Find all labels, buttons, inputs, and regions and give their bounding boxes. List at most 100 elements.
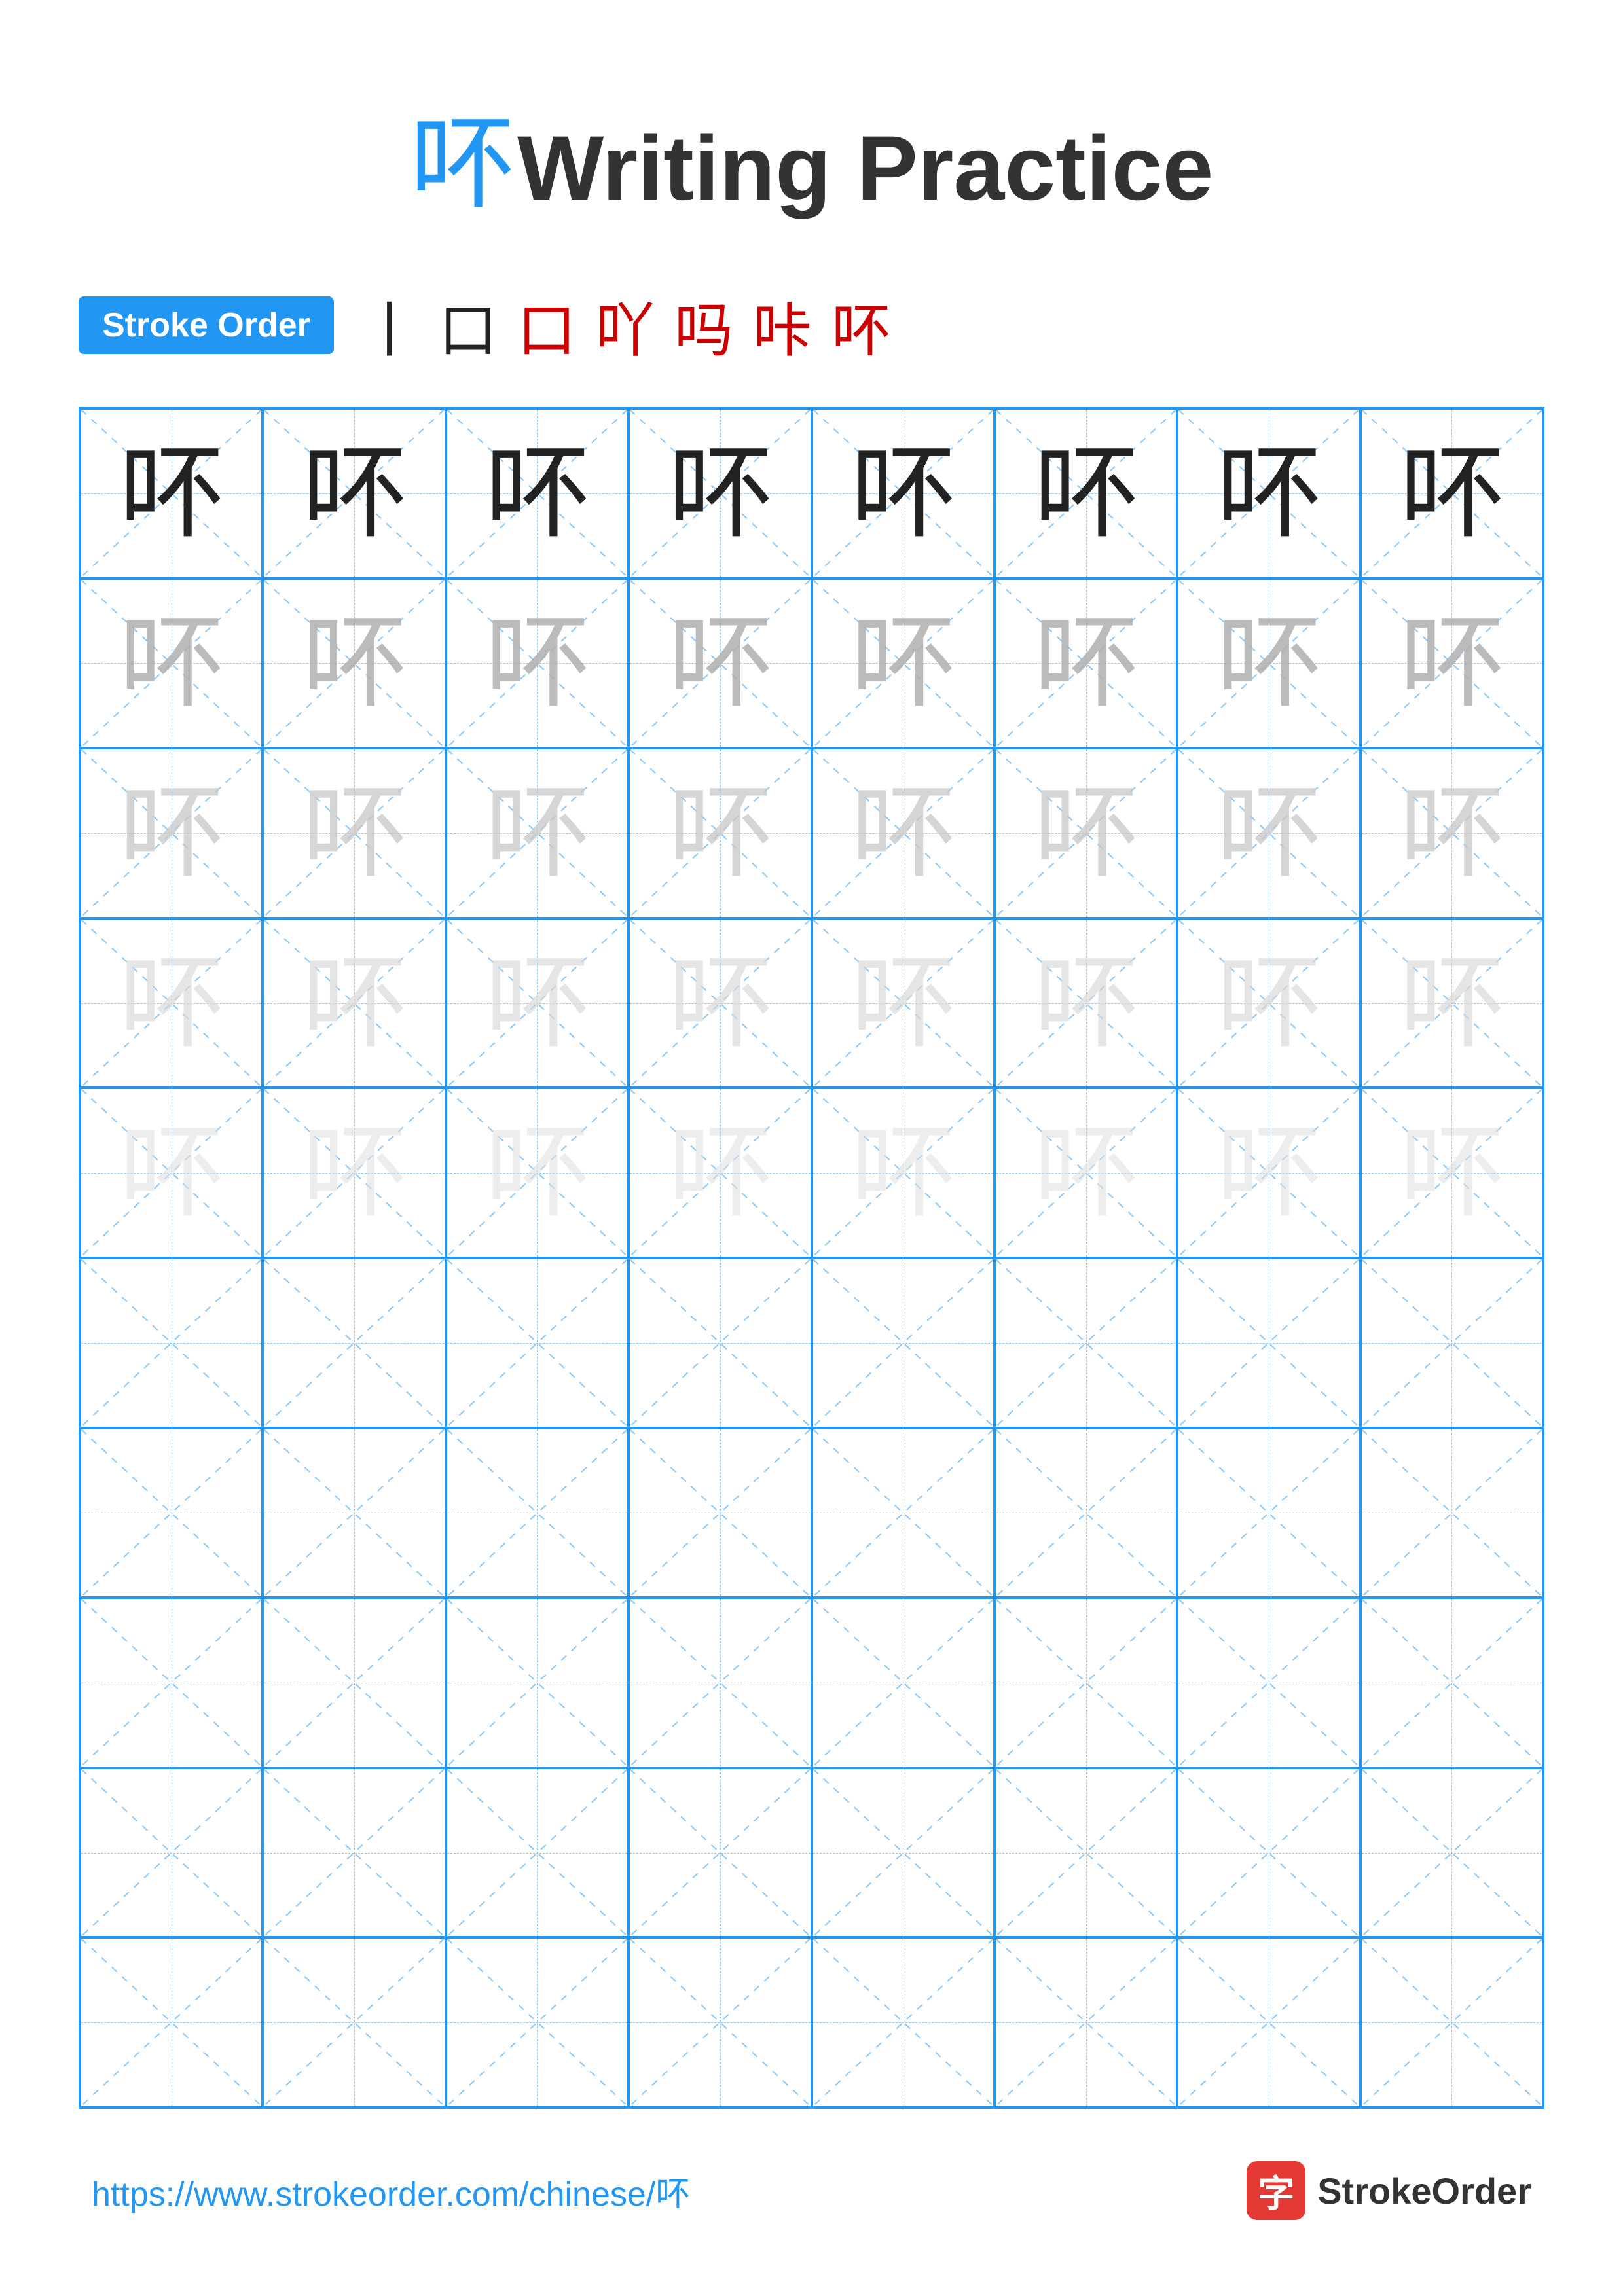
grid-cell[interactable] [629, 1428, 811, 1598]
footer-url[interactable]: https://www.strokeorder.com/chinese/吥 [92, 2166, 689, 2215]
practice-char: 吥 [119, 1121, 224, 1225]
grid-cell[interactable] [812, 1598, 994, 1768]
grid-cell[interactable] [263, 1598, 445, 1768]
grid-cell[interactable] [1360, 1598, 1543, 1768]
grid-cell[interactable]: 吥 [994, 918, 1177, 1088]
practice-grid: 吥吥吥吥吥吥吥吥吥吥吥吥吥吥吥吥吥吥吥吥吥吥吥吥吥吥吥吥吥吥吥吥吥吥吥吥吥吥吥吥 [79, 407, 1544, 2109]
grid-cell[interactable] [1360, 1258, 1543, 1428]
grid-cell[interactable] [1177, 1258, 1360, 1428]
grid-cell[interactable] [80, 1598, 263, 1768]
grid-cell[interactable] [1360, 1768, 1543, 1938]
practice-char: 吥 [1399, 611, 1504, 715]
grid-cell[interactable]: 吥 [994, 408, 1177, 579]
grid-cell[interactable]: 吥 [812, 579, 994, 749]
title-chinese-char: 吥 [410, 105, 515, 222]
grid-cell[interactable]: 吥 [629, 1088, 811, 1258]
grid-cell[interactable] [263, 1937, 445, 2108]
grid-cell[interactable]: 吥 [80, 408, 263, 579]
grid-cell[interactable]: 吥 [446, 1088, 629, 1258]
grid-cell[interactable] [263, 1258, 445, 1428]
grid-cell[interactable] [80, 1258, 263, 1428]
practice-char: 吥 [1399, 951, 1504, 1056]
grid-cell[interactable] [446, 1937, 629, 2108]
grid-cell[interactable]: 吥 [629, 579, 811, 749]
grid-cell[interactable]: 吥 [1360, 1088, 1543, 1258]
grid-cell[interactable] [263, 1768, 445, 1938]
grid-cell[interactable] [994, 1258, 1177, 1428]
grid-cell[interactable]: 吥 [263, 918, 445, 1088]
grid-cell[interactable] [994, 1598, 1177, 1768]
grid-cell[interactable]: 吥 [1360, 408, 1543, 579]
practice-char: 吥 [484, 611, 589, 715]
page-title: Writing Practice [517, 117, 1213, 219]
grid-cell[interactable] [812, 1768, 994, 1938]
grid-cell[interactable]: 吥 [1360, 579, 1543, 749]
grid-cell[interactable] [446, 1428, 629, 1598]
grid-cell[interactable] [629, 1258, 811, 1428]
grid-cell[interactable] [629, 1768, 811, 1938]
grid-cell[interactable]: 吥 [263, 408, 445, 579]
grid-cell[interactable] [994, 1937, 1177, 2108]
practice-char: 吥 [484, 441, 589, 546]
practice-char: 吥 [1216, 1121, 1321, 1225]
grid-cell[interactable] [80, 1428, 263, 1598]
grid-cell[interactable]: 吥 [80, 579, 263, 749]
grid-cell[interactable]: 吥 [263, 579, 445, 749]
grid-cell[interactable]: 吥 [629, 918, 811, 1088]
practice-char: 吥 [484, 781, 589, 886]
grid-cell[interactable] [812, 1428, 994, 1598]
grid-cell[interactable]: 吥 [994, 1088, 1177, 1258]
grid-cell[interactable]: 吥 [994, 748, 1177, 918]
grid-cell[interactable]: 吥 [1177, 1088, 1360, 1258]
grid-cell[interactable]: 吥 [812, 1088, 994, 1258]
grid-cell[interactable] [80, 1768, 263, 1938]
grid-cell[interactable]: 吥 [994, 579, 1177, 749]
grid-cell[interactable] [80, 1937, 263, 2108]
practice-char: 吥 [850, 611, 955, 715]
grid-cell[interactable] [994, 1768, 1177, 1938]
grid-cell[interactable]: 吥 [812, 918, 994, 1088]
grid-cell[interactable]: 吥 [446, 408, 629, 579]
practice-char: 吥 [119, 611, 224, 715]
grid-cell[interactable] [263, 1428, 445, 1598]
practice-char: 吥 [1216, 441, 1321, 546]
grid-cell[interactable]: 吥 [80, 918, 263, 1088]
grid-cell[interactable] [812, 1258, 994, 1428]
grid-cell[interactable]: 吥 [812, 748, 994, 918]
grid-cell[interactable] [1360, 1937, 1543, 2108]
grid-cell[interactable]: 吥 [812, 408, 994, 579]
grid-cell[interactable]: 吥 [1177, 579, 1360, 749]
grid-cell[interactable]: 吥 [629, 748, 811, 918]
grid-cell[interactable]: 吥 [80, 1088, 263, 1258]
grid-cell[interactable]: 吥 [1360, 918, 1543, 1088]
stroke-order-row: Stroke Order 丨 口 口 吖 吗 咔 吥 [79, 283, 1544, 368]
grid-cell[interactable] [994, 1428, 1177, 1598]
grid-cell[interactable] [1360, 1428, 1543, 1598]
grid-cell[interactable]: 吥 [263, 1088, 445, 1258]
grid-cell[interactable]: 吥 [446, 579, 629, 749]
grid-cell[interactable]: 吥 [1177, 408, 1360, 579]
logo-icon: 字 [1247, 2161, 1305, 2220]
practice-char: 吥 [1216, 611, 1321, 715]
title-area: 吥 Writing Practice [79, 79, 1544, 230]
grid-cell[interactable]: 吥 [1177, 748, 1360, 918]
grid-cell[interactable]: 吥 [446, 748, 629, 918]
stroke-4: 吖 [596, 283, 655, 368]
grid-cell[interactable] [446, 1598, 629, 1768]
grid-cell[interactable] [446, 1258, 629, 1428]
grid-cell[interactable] [1177, 1937, 1360, 2108]
grid-cell[interactable] [446, 1768, 629, 1938]
grid-cell[interactable]: 吥 [629, 408, 811, 579]
grid-cell[interactable] [1177, 1598, 1360, 1768]
grid-cell[interactable]: 吥 [263, 748, 445, 918]
grid-cell[interactable]: 吥 [1177, 918, 1360, 1088]
grid-cell[interactable]: 吥 [80, 748, 263, 918]
grid-cell[interactable]: 吥 [1360, 748, 1543, 918]
grid-cell[interactable] [629, 1598, 811, 1768]
grid-cell[interactable] [812, 1937, 994, 2108]
grid-cell[interactable] [1177, 1428, 1360, 1598]
logo-text: StrokeOrder [1317, 2170, 1531, 2212]
grid-cell[interactable] [629, 1937, 811, 2108]
grid-cell[interactable]: 吥 [446, 918, 629, 1088]
grid-cell[interactable] [1177, 1768, 1360, 1938]
